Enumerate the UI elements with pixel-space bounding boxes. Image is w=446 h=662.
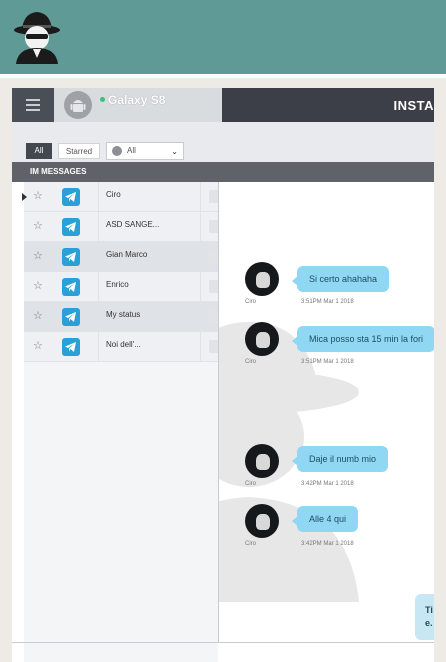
conversation-list: ☆ Ciro ☆ ASD SANGE... ☆ Gian Marco ☆ Enr… (22, 182, 219, 662)
telegram-icon (62, 218, 80, 236)
telegram-icon (62, 278, 80, 296)
device-selector[interactable]: Galaxy S8 (54, 88, 222, 122)
conversation-name: My status (106, 310, 141, 319)
message-time: 3:51PM Mar 1 2018 (301, 359, 354, 365)
telegram-icon (62, 188, 80, 206)
message-bubble: Alle 4 qui (291, 506, 359, 532)
chat-panel: Ciro Si certo ahahaha 3:51PM Mar 1 2018 … (219, 182, 434, 662)
chevron-down-icon: ⌄ (171, 147, 178, 156)
star-icon[interactable]: ☆ (33, 220, 43, 233)
sender-avatar (245, 322, 279, 356)
telegram-icon (62, 248, 80, 266)
menu-icon[interactable] (12, 88, 54, 122)
conversation-name: Enrico (106, 280, 129, 289)
top-bar (0, 0, 446, 74)
sender-name: Ciro (245, 541, 257, 547)
star-icon[interactable]: ☆ (33, 340, 43, 353)
star-icon[interactable]: ☆ (33, 250, 43, 263)
filter-all-button[interactable]: All (26, 143, 52, 159)
outgoing-line-1: Ti (425, 605, 433, 615)
spy-logo-icon (14, 12, 60, 64)
filter-dropdown[interactable]: All ⌄ (106, 142, 184, 160)
conversation-row[interactable]: ☆ Noi dell'... (24, 332, 219, 362)
star-icon[interactable]: ☆ (33, 310, 43, 323)
telegram-icon (62, 338, 80, 356)
message-bubble: Si certo ahahaha (291, 266, 390, 292)
sender-avatar (245, 504, 279, 538)
message-time: 3:51PM Mar 1 2018 (301, 299, 354, 305)
android-icon (64, 91, 92, 119)
sender-name: Ciro (245, 299, 257, 305)
app-title: INSTA (393, 98, 434, 113)
message-bubble: Daje il numb mio (291, 446, 389, 472)
conversation-row[interactable]: ☆ Gian Marco (24, 242, 219, 272)
app-window: Galaxy S8 INSTA All Starred All ⌄ IM MES… (12, 88, 434, 662)
sender-avatar (245, 262, 279, 296)
sender-avatar (245, 444, 279, 478)
message-bubble: Mica posso sta 15 min la fori (291, 326, 434, 352)
conversation-row[interactable]: ☆ Ciro (22, 182, 219, 212)
star-icon[interactable]: ☆ (33, 280, 43, 293)
device-name: Galaxy S8 (108, 93, 166, 107)
filter-bar: All Starred All ⌄ (12, 122, 434, 162)
conversation-row[interactable]: ☆ Enrico (24, 272, 219, 302)
outgoing-message-bubble: Ti e. (415, 594, 434, 640)
app-header: Galaxy S8 INSTA (12, 88, 434, 122)
conversation-name: Ciro (106, 190, 121, 199)
section-title: IM MESSAGES (12, 162, 434, 182)
message-time: 3:42PM Mar 1 2018 (301, 481, 354, 487)
conversation-name: Gian Marco (106, 250, 148, 259)
sender-name: Ciro (245, 359, 257, 365)
topbar-divider (0, 74, 446, 78)
globe-icon (112, 146, 122, 156)
telegram-icon (62, 308, 80, 326)
conversation-name: ASD SANGE... (106, 220, 160, 229)
filter-starred-button[interactable]: Starred (58, 143, 100, 159)
content-bottom-divider (12, 642, 434, 643)
star-icon[interactable]: ☆ (33, 190, 43, 203)
outgoing-line-2: e. (425, 618, 433, 628)
selected-arrow-icon (22, 193, 27, 201)
sender-name: Ciro (245, 481, 257, 487)
conversation-name: Noi dell'... (106, 340, 141, 349)
filter-dropdown-value: All (127, 146, 136, 155)
online-status-dot (100, 97, 105, 102)
message-time: 3:42PM Mar 1 2018 (301, 541, 354, 547)
conversation-row[interactable]: ☆ ASD SANGE... (24, 212, 219, 242)
conversation-row[interactable]: ☆ My status (24, 302, 219, 332)
main-content: All Starred All ⌄ IM MESSAGES ☆ Ciro ☆ A… (12, 122, 434, 662)
